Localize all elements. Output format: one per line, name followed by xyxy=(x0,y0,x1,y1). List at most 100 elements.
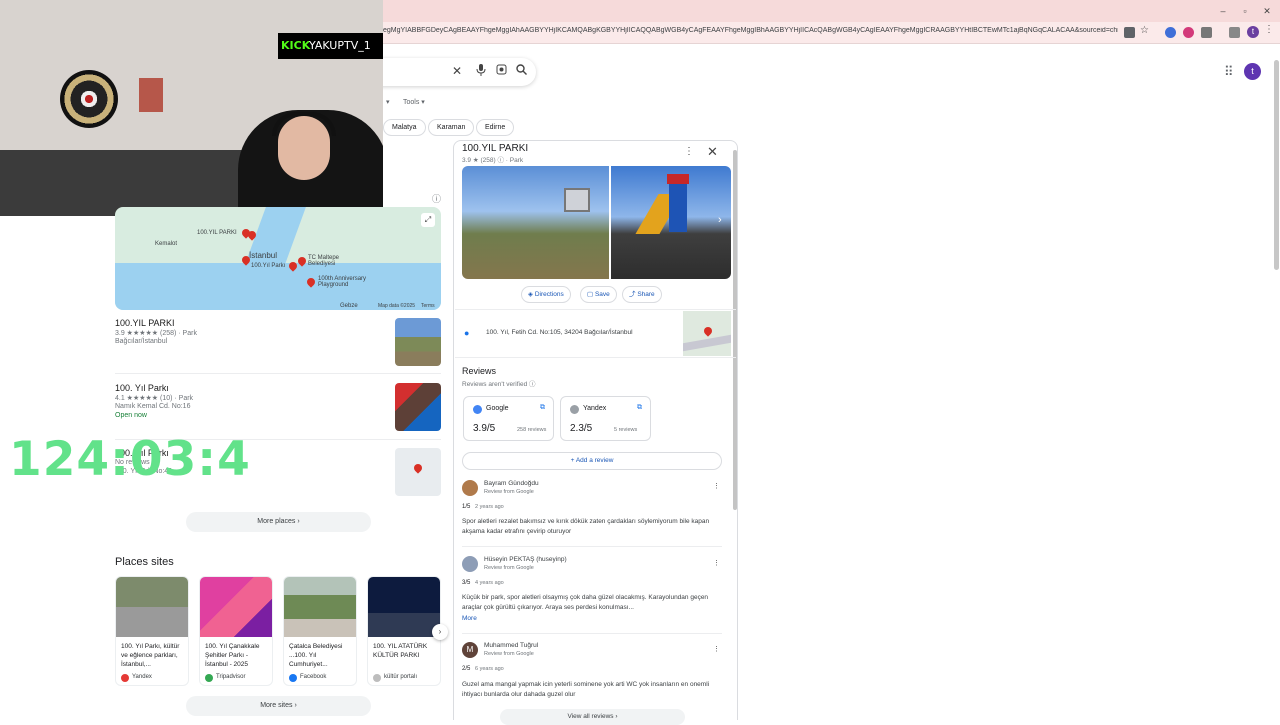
site-card-source: Facebook xyxy=(300,674,327,680)
more-options-icon[interactable]: ⋮ xyxy=(713,482,720,490)
site-card[interactable]: 100. Yıl Çanakkale Şehitler Parkı - İsta… xyxy=(199,576,273,686)
lens-icon[interactable] xyxy=(496,64,507,78)
review-source: Review from Google xyxy=(484,489,534,495)
site-card[interactable]: 100. YIL ATATÜRK KÜLTÜR PARKI kültür por… xyxy=(367,576,441,686)
review-text: Spor aletleri rezalet bakımsız ve kırık … xyxy=(462,518,710,535)
review-source: Review from Google xyxy=(484,565,534,571)
share-button[interactable]: ⤴ Share xyxy=(622,286,662,303)
more-options-icon[interactable]: ⋮ xyxy=(713,645,720,653)
bookmark-star-icon[interactable]: ☆ xyxy=(1140,25,1149,36)
panel-address[interactable]: 100. Yıl, Fetih Cd. No:105, 34204 Bağcıl… xyxy=(486,329,633,336)
place-name[interactable]: 100.YIL PARKI xyxy=(115,318,175,328)
review-more-link[interactable]: More xyxy=(462,615,477,622)
close-icon[interactable]: ✕ xyxy=(452,64,462,78)
map-terms-link[interactable]: Terms xyxy=(421,303,435,309)
divider xyxy=(455,357,736,358)
reviewer-avatar[interactable] xyxy=(462,480,478,496)
info-icon[interactable]: ⓘ xyxy=(432,192,441,205)
review-source-google[interactable]: Google ⧉ 3.9/5 258 reviews xyxy=(463,396,554,441)
dartboard xyxy=(60,70,118,128)
page-scrollbar[interactable] xyxy=(1274,60,1279,270)
more-options-icon[interactable]: ⋮ xyxy=(684,146,694,157)
stream-channel-name: YAKUPTV_1 xyxy=(309,39,371,52)
minimize-icon[interactable]: – xyxy=(1213,4,1233,18)
browser-profile-avatar[interactable]: t xyxy=(1247,26,1259,38)
chip-karaman[interactable]: Karaman xyxy=(428,119,475,136)
place-open-status: Open now xyxy=(115,412,147,419)
wall-poster xyxy=(139,78,163,112)
map-label: İstanbul xyxy=(249,251,278,260)
reviewer-name[interactable]: Bayram Gündoğdu xyxy=(484,480,539,487)
mic-icon[interactable] xyxy=(476,64,486,79)
tripadvisor-icon xyxy=(205,674,213,682)
chip-edirne[interactable]: Edirne xyxy=(476,119,515,136)
site-card[interactable]: 100. Yıl Parkı, kültür ve eğlence parkla… xyxy=(115,576,189,686)
more-options-icon[interactable]: ⋮ xyxy=(713,559,720,567)
map-attribution: Map data ©2025 xyxy=(378,303,416,309)
account-avatar[interactable]: t xyxy=(1244,63,1261,80)
reviewer-name[interactable]: Hüseyin PEKTAŞ (huseyinp) xyxy=(484,556,567,563)
more-icon[interactable]: ▾ xyxy=(386,98,390,106)
panel-photo[interactable] xyxy=(611,166,731,279)
chevron-right-icon[interactable]: › xyxy=(718,214,722,226)
place-address: Namık Kemal Cd. No:16 xyxy=(115,403,191,410)
place-name[interactable]: 100. Yıl Parkı xyxy=(115,383,169,393)
search-input[interactable] xyxy=(360,58,536,86)
browser-menu-icon[interactable]: ⋮ xyxy=(1264,24,1274,35)
kultur-portali-icon xyxy=(373,674,381,682)
more-sites-button[interactable]: More sites › xyxy=(186,696,371,716)
translate-icon[interactable] xyxy=(1124,27,1135,38)
reviews-title: Reviews xyxy=(462,366,497,376)
review-source-yandex[interactable]: Yandex ⧉ 2.3/5 5 reviews xyxy=(560,396,651,441)
directions-button[interactable]: ◈ Directions xyxy=(521,286,571,303)
site-card-image xyxy=(368,577,440,637)
places-sites-title: Places sites xyxy=(115,556,174,568)
site-card-source: Yandex xyxy=(132,674,152,680)
apps-grid-icon[interactable]: ⠿ xyxy=(1224,64,1234,80)
reviewer-avatar[interactable] xyxy=(462,556,478,572)
chip-malatya[interactable]: Malatya xyxy=(383,119,426,136)
more-places-button[interactable]: More places › xyxy=(186,512,371,532)
window-close-icon[interactable]: ✕ xyxy=(1257,4,1277,18)
photo-sign xyxy=(564,188,590,212)
place-thumbnail[interactable] xyxy=(395,318,441,366)
url-text[interactable]: egMgYIABBFGDeyCAgBEAAYFhgeMggIAhAAGBYYHj… xyxy=(383,27,1118,34)
facebook-icon xyxy=(289,674,297,682)
save-button[interactable]: ▢ Save xyxy=(580,286,617,303)
add-review-button[interactable]: + Add a review xyxy=(462,452,722,470)
close-icon[interactable]: ✕ xyxy=(707,144,718,160)
place-map-thumbnail[interactable] xyxy=(395,448,441,496)
google-icon xyxy=(473,405,482,414)
yandex-icon xyxy=(121,674,129,682)
panel-rating: 3.9 ★ (258) ⓘ · Park xyxy=(462,157,524,164)
source-name: Yandex xyxy=(583,405,607,412)
site-card[interactable]: Çatalca Belediyesi ...100. Yıl Cumhuriye… xyxy=(283,576,357,686)
tools-button[interactable]: Tools ▾ xyxy=(403,98,425,106)
reviewer-name[interactable]: Muhammed Tuğrul xyxy=(484,642,538,649)
source-rating: 2.3/5 xyxy=(570,423,593,434)
source-name: Google xyxy=(486,405,509,412)
search-icon[interactable] xyxy=(516,64,527,78)
review-score: 3/5 xyxy=(462,580,471,586)
panel-photo[interactable] xyxy=(462,166,609,279)
place-thumbnail[interactable] xyxy=(395,383,441,431)
site-card-title: 100. Yıl Çanakkale Şehitler Parkı - İsta… xyxy=(205,643,260,668)
maximize-icon[interactable]: ▫ xyxy=(1235,4,1255,18)
extension-icon[interactable] xyxy=(1165,27,1176,38)
site-card-title: 100. YIL ATATÜRK KÜLTÜR PARKI xyxy=(373,643,428,659)
stream-timer: 124:03:4 xyxy=(9,432,251,487)
reviewer-avatar[interactable]: M xyxy=(462,642,478,658)
review-text: Guzel ama mangal yapmak icin yeterli som… xyxy=(462,681,710,698)
media-icon[interactable] xyxy=(1229,27,1240,38)
extensions-puzzle-icon[interactable] xyxy=(1201,27,1212,38)
site-card-title: Çatalca Belediyesi ...100. Yıl Cumhuriye… xyxy=(289,643,343,668)
external-link-icon: ⧉ xyxy=(637,404,642,411)
panel-scrollbar[interactable] xyxy=(733,150,737,510)
extension-icon[interactable] xyxy=(1183,27,1194,38)
results-map[interactable]: 100.YIL PARKI İstanbul TC Maltepe Beledi… xyxy=(115,207,441,310)
map-expand-icon[interactable]: ⤢ xyxy=(421,213,435,227)
panel-minimap[interactable] xyxy=(683,311,731,356)
review-age: 2 years ago xyxy=(475,504,504,510)
chevron-right-icon[interactable]: › xyxy=(432,624,448,640)
view-all-reviews-button[interactable]: View all reviews › xyxy=(500,709,685,725)
